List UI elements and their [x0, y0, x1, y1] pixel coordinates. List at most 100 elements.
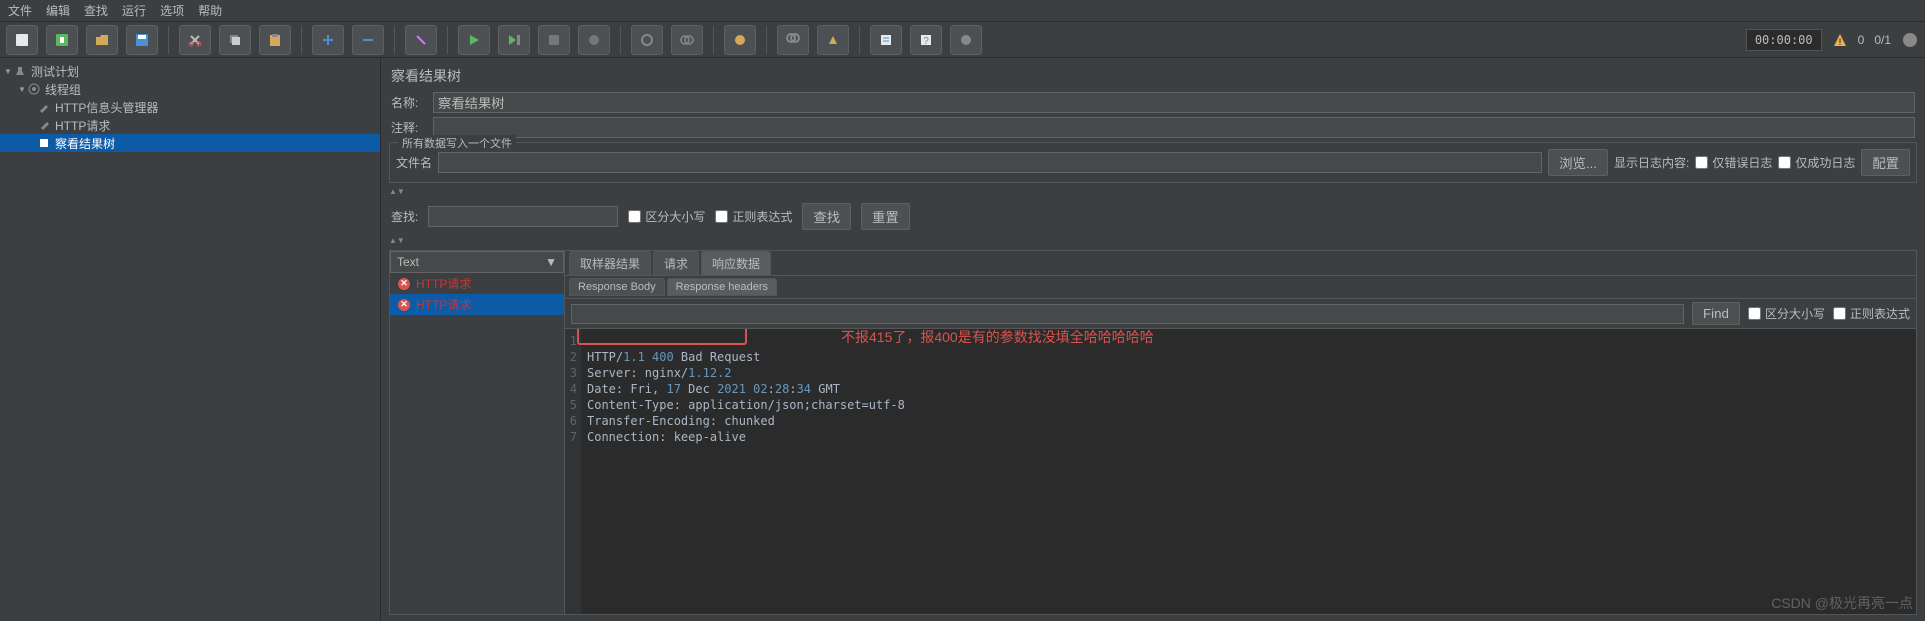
tree-view-results[interactable]: 察看结果树 [0, 134, 380, 152]
content-panel: 察看结果树 名称: 注释: 所有数据写入一个文件 文件名 浏览... 显示日志内… [381, 58, 1925, 621]
errors-only-checkbox[interactable]: 仅错误日志 [1695, 154, 1772, 171]
open-button[interactable] [86, 25, 118, 55]
comment-input[interactable] [433, 117, 1915, 138]
find-button[interactable]: Find [1692, 302, 1740, 325]
svg-text:?: ? [923, 36, 929, 47]
tab-sampler-result[interactable]: 取样器结果 [569, 251, 651, 275]
reset-button[interactable]: 重置 [861, 203, 910, 230]
status-icon [1901, 31, 1919, 49]
name-row: 名称: [385, 90, 1921, 115]
tab-request[interactable]: 请求 [653, 251, 699, 275]
tree-label: HTTP信息头管理器 [55, 99, 158, 116]
svg-text:!: ! [1838, 37, 1841, 47]
show-log-label: 显示日志内容: [1614, 154, 1689, 171]
tab-response-data[interactable]: 响应数据 [701, 251, 771, 275]
new-button[interactable] [6, 25, 38, 55]
result-item[interactable]: ✕ HTTP请求 [390, 294, 564, 315]
test-plan-tree: ▼ 测试计划 ▼ 线程组 HTTP信息头管理器 HTTP请求 察看结果树 [0, 58, 381, 621]
search-button[interactable] [777, 25, 809, 55]
main-area: ▼ 测试计划 ▼ 线程组 HTTP信息头管理器 HTTP请求 察看结果树 察看结… [0, 58, 1925, 621]
filename-label: 文件名 [396, 154, 432, 171]
tree-thread-group[interactable]: ▼ 线程组 [0, 80, 380, 98]
paste-button[interactable] [259, 25, 291, 55]
menu-edit[interactable]: 编辑 [46, 2, 70, 19]
tree-toggle-icon[interactable]: ▼ [4, 67, 14, 76]
find-row: Find 区分大小写 正则表达式 [565, 299, 1916, 329]
search-label: 查找: [391, 208, 418, 225]
dropper-icon [38, 119, 52, 131]
menu-help[interactable]: 帮助 [198, 2, 222, 19]
templates-button[interactable] [46, 25, 78, 55]
result-tabs: 取样器结果 请求 响应数据 [565, 251, 1916, 276]
separator [859, 26, 860, 54]
clear-button[interactable] [631, 25, 663, 55]
case-sensitive-checkbox[interactable]: 区分大小写 [628, 208, 705, 225]
menu-run[interactable]: 运行 [122, 2, 146, 19]
separator [620, 26, 621, 54]
cut-button[interactable] [179, 25, 211, 55]
write-data-fieldset: 所有数据写入一个文件 文件名 浏览... 显示日志内容: 仅错误日志 仅成功日志… [389, 142, 1917, 183]
find-case-checkbox[interactable]: 区分大小写 [1748, 305, 1825, 322]
code-content[interactable]: HTTP/1.1 400 Bad RequestServer: nginx/1.… [581, 329, 1916, 614]
success-only-checkbox[interactable]: 仅成功日志 [1778, 154, 1855, 171]
tree-header-manager[interactable]: HTTP信息头管理器 [0, 98, 380, 116]
find-regex-checkbox[interactable]: 正则表达式 [1833, 305, 1910, 322]
clear-all-button[interactable] [671, 25, 703, 55]
tree-label: 线程组 [45, 81, 81, 98]
error-icon: ✕ [398, 299, 410, 311]
collapse-bar[interactable]: ▲▼ [389, 187, 1917, 197]
remove-button[interactable] [352, 25, 384, 55]
find-input[interactable] [571, 304, 1684, 324]
toolbar: ? 00:00:00 ! 0 0/1 [0, 22, 1925, 58]
function-helper-button[interactable] [724, 25, 756, 55]
toggle-button[interactable] [405, 25, 437, 55]
broom-button[interactable] [817, 25, 849, 55]
warning-icon[interactable]: ! [1832, 32, 1848, 48]
run-button[interactable] [458, 25, 490, 55]
result-item[interactable]: ✕ HTTP请求 [390, 273, 564, 294]
collapse-bar[interactable]: ▲▼ [389, 236, 1917, 246]
filename-input[interactable] [438, 152, 1542, 173]
subtab-response-headers[interactable]: Response headers [667, 278, 777, 296]
copy-button[interactable] [219, 25, 251, 55]
line-gutter: 1 2 3 4 5 6 7 [565, 329, 581, 614]
search-button[interactable]: 查找 [802, 203, 851, 230]
results-icon [38, 137, 52, 149]
plugins-button[interactable] [950, 25, 982, 55]
stop-button[interactable] [538, 25, 570, 55]
configure-button[interactable]: 配置 [1861, 149, 1910, 176]
tree-root-testplan[interactable]: ▼ 测试计划 [0, 62, 380, 80]
separator [713, 26, 714, 54]
separator [301, 26, 302, 54]
menu-options[interactable]: 选项 [160, 2, 184, 19]
tree-http-request[interactable]: HTTP请求 [0, 116, 380, 134]
tree-toggle-icon[interactable]: ▼ [18, 85, 28, 94]
chevron-down-icon: ▼ [545, 255, 557, 269]
name-input[interactable] [433, 92, 1915, 113]
save-button[interactable] [126, 25, 158, 55]
add-button[interactable] [312, 25, 344, 55]
browse-button[interactable]: 浏览... [1548, 149, 1608, 176]
panel-title: 察看结果树 [385, 62, 1921, 90]
separator [447, 26, 448, 54]
toolbar-right: 00:00:00 ! 0 0/1 [1746, 29, 1919, 51]
response-headers-text: 1 2 3 4 5 6 7 HTTP/1.1 400 Bad RequestSe… [565, 329, 1916, 614]
subtab-response-body[interactable]: Response Body [569, 278, 665, 296]
renderer-dropdown[interactable]: Text ▼ [390, 251, 564, 273]
run-no-pause-button[interactable] [498, 25, 530, 55]
menu-search[interactable]: 查找 [84, 2, 108, 19]
tree-label: HTTP请求 [55, 117, 110, 134]
notepad-button[interactable] [870, 25, 902, 55]
menu-file[interactable]: 文件 [8, 2, 32, 19]
separator [168, 26, 169, 54]
help-button[interactable]: ? [910, 25, 942, 55]
regex-checkbox[interactable]: 正则表达式 [715, 208, 792, 225]
name-label: 名称: [391, 94, 427, 111]
tree-label: 测试计划 [31, 63, 79, 80]
run-count: 0/1 [1874, 33, 1891, 47]
tree-search-input[interactable] [428, 206, 618, 227]
shutdown-button[interactable] [578, 25, 610, 55]
tree-label: 察看结果树 [55, 135, 115, 152]
menubar: 文件 编辑 查找 运行 选项 帮助 [0, 0, 1925, 22]
comment-label: 注释: [391, 119, 427, 136]
